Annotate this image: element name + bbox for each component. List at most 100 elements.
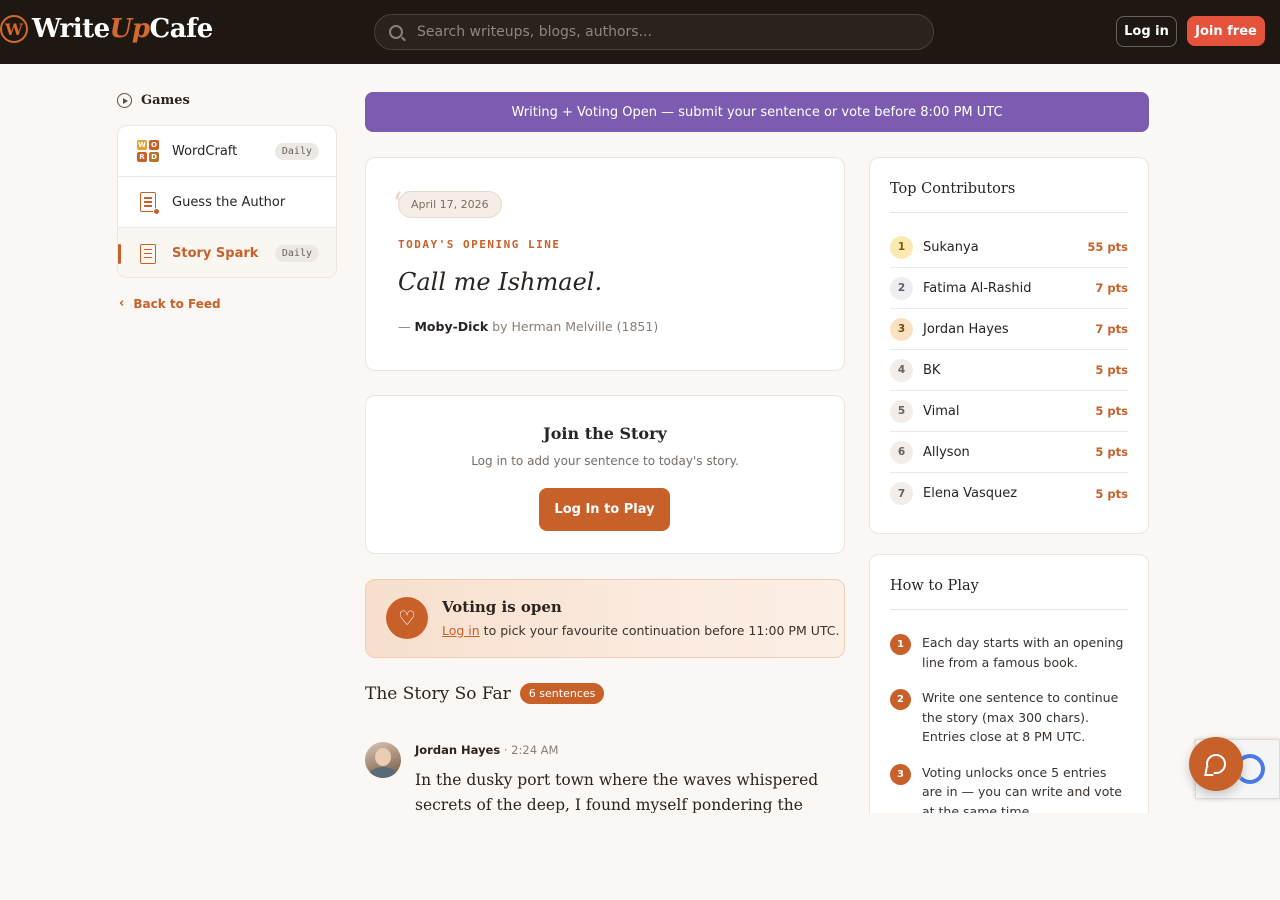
chat-button[interactable]: [1189, 737, 1243, 791]
contributor-points: 7 pts: [1095, 322, 1128, 336]
opening-line-text: Call me Ishmael.: [398, 268, 603, 296]
avatar[interactable]: [365, 742, 401, 778]
contributor-name: Vimal: [923, 403, 960, 419]
book-author: by Herman Melville (1851): [492, 319, 659, 334]
rank-badge: 5: [890, 399, 913, 423]
sidebar-item-label: Guess the Author: [172, 194, 286, 210]
sidebar-item-wordcraft[interactable]: W O R D WordCraft Daily: [118, 126, 336, 177]
date-pill: April 17, 2026: [398, 191, 502, 218]
opening-line-card: “ April 17, 2026 TODAY'S OPENING LINE Ca…: [365, 157, 845, 371]
daily-badge: Daily: [274, 143, 319, 160]
wordcraft-tile: R: [137, 152, 147, 162]
document-icon: [136, 242, 160, 266]
how-to-play-title: How to Play: [890, 578, 979, 594]
top-bar: W WriteUpCafe Log in Join free: [0, 0, 1280, 64]
contributor-row[interactable]: 5 Vimal 5 pts: [890, 391, 1128, 432]
sidebar-item-label: Story Spark: [172, 246, 259, 261]
wordcraft-tile: O: [149, 140, 159, 150]
join-story-subtitle: Log in to add your sentence to today's s…: [471, 454, 739, 468]
contributor-row[interactable]: 6 Allyson 5 pts: [890, 432, 1128, 473]
logo-badge-icon: W: [0, 15, 28, 43]
logo-write: Write: [32, 14, 110, 44]
story-so-far-heading: The Story So Far 6 sentences: [365, 683, 605, 704]
voting-subtitle-text: to pick your favourite continuation befo…: [479, 623, 840, 638]
opening-line-source: — Moby-Dick by Herman Melville (1851): [398, 319, 658, 334]
contributor-row[interactable]: 2 Fatima Al-Rashid 7 pts: [890, 268, 1128, 309]
games-menu: W O R D WordCraft Daily Guess the Author…: [117, 125, 337, 278]
sidebar-item-label: WordCraft: [172, 143, 238, 159]
logo[interactable]: W WriteUpCafe: [0, 14, 213, 44]
back-to-feed-link[interactable]: ‹ Back to Feed: [119, 296, 221, 311]
entry-text: In the dusky port town where the waves w…: [415, 771, 819, 813]
play-circle-icon: [117, 93, 132, 108]
how-to-play-step: 2 Write one sentence to continue the stor…: [890, 688, 1130, 747]
how-to-play-steps: 1 Each day starts with an opening line fr…: [890, 633, 1130, 837]
step-text: Write one sentence to continue the story…: [922, 690, 1119, 744]
back-to-feed-label: Back to Feed: [133, 296, 221, 311]
contributor-row[interactable]: 1 Sukanya 55 pts: [890, 227, 1128, 268]
how-to-play-card: How to Play 1 Each day starts with an ope…: [869, 554, 1149, 854]
story-so-far-title: The Story So Far: [365, 683, 511, 704]
entry-meta: Jordan Hayes · 2:24 AM: [415, 743, 558, 757]
contributor-points: 55 pts: [1087, 240, 1128, 254]
rank-badge: 7: [890, 482, 913, 505]
logo-cafe: Cafe: [149, 14, 214, 44]
games-heading: Games: [117, 93, 190, 108]
status-banner: Writing + Voting Open — submit your sent…: [365, 92, 1149, 132]
search-icon: [389, 25, 403, 39]
contributor-points: 5 pts: [1095, 363, 1128, 377]
book-title: Moby-Dick: [414, 319, 489, 334]
voting-open-card: ♡ Voting is open Log in to pick your fav…: [365, 579, 845, 658]
rank-badge: 6: [890, 440, 913, 464]
daily-badge: Daily: [274, 245, 319, 262]
step-number: 3: [890, 763, 911, 785]
logo-up: Up: [109, 14, 150, 44]
wordcraft-tile: W: [137, 140, 147, 150]
step-number: 2: [890, 689, 911, 710]
contributor-row[interactable]: 7 Elena Vasquez 5 pts: [890, 473, 1128, 514]
chat-bubble-icon: [1206, 754, 1226, 774]
contributor-points: 5 pts: [1095, 445, 1128, 459]
top-contributors-title: Top Contributors: [890, 181, 1016, 197]
step-text: Each day starts with an opening line fro…: [922, 635, 1124, 670]
sentence-count-badge: 6 sentences: [519, 683, 605, 704]
join-story-card: Join the Story Log in to add your senten…: [365, 395, 845, 554]
source-dash: —: [398, 319, 411, 334]
join-free-button[interactable]: Join free: [1187, 16, 1265, 46]
sidebar-item-guess-the-author[interactable]: Guess the Author: [118, 177, 336, 228]
contributor-row[interactable]: 3 Jordan Hayes 7 pts: [890, 309, 1128, 350]
login-button[interactable]: Log in: [1116, 16, 1177, 47]
rank-badge: 3: [890, 317, 913, 341]
opening-line-label: TODAY'S OPENING LINE: [398, 238, 561, 251]
how-to-play-step: 1 Each day starts with an opening line fr…: [890, 633, 1130, 672]
contributor-name: Allyson: [923, 444, 970, 460]
voting-subtitle: Log in to pick your favourite continuati…: [442, 623, 839, 638]
rank-badge: 4: [890, 358, 913, 382]
contributor-row[interactable]: 4 BK 5 pts: [890, 350, 1128, 391]
contributor-points: 5 pts: [1095, 404, 1128, 418]
rank-badge: 2: [890, 276, 913, 300]
contributor-name: Elena Vasquez: [923, 486, 1018, 501]
contributor-name: Jordan Hayes: [923, 321, 1009, 337]
document-search-icon: [136, 190, 160, 215]
games-title: Games: [141, 93, 190, 108]
heart-icon: ♡: [386, 597, 428, 639]
wordcraft-tile: D: [149, 152, 159, 162]
voting-title: Voting is open: [442, 598, 562, 616]
log-in-to-play-button[interactable]: Log In to Play: [539, 488, 670, 531]
divider: [890, 609, 1128, 610]
rank-badge: 1: [890, 235, 913, 259]
voting-login-link[interactable]: Log in: [442, 623, 480, 638]
contributor-name: BK: [923, 362, 941, 378]
entry-author[interactable]: Jordan Hayes: [415, 743, 500, 757]
wordcraft-grid-icon: W O R D: [136, 139, 160, 163]
divider: [890, 212, 1128, 213]
contributor-points: 5 pts: [1095, 486, 1128, 501]
step-number: 1: [890, 634, 911, 655]
search-box[interactable]: [374, 14, 934, 50]
contributor-name: Fatima Al-Rashid: [923, 280, 1032, 296]
contributor-points: 7 pts: [1095, 281, 1128, 295]
search-input[interactable]: [417, 24, 897, 40]
join-story-title: Join the Story: [543, 424, 667, 443]
sidebar-item-story-spark[interactable]: Story Spark Daily: [118, 228, 336, 277]
